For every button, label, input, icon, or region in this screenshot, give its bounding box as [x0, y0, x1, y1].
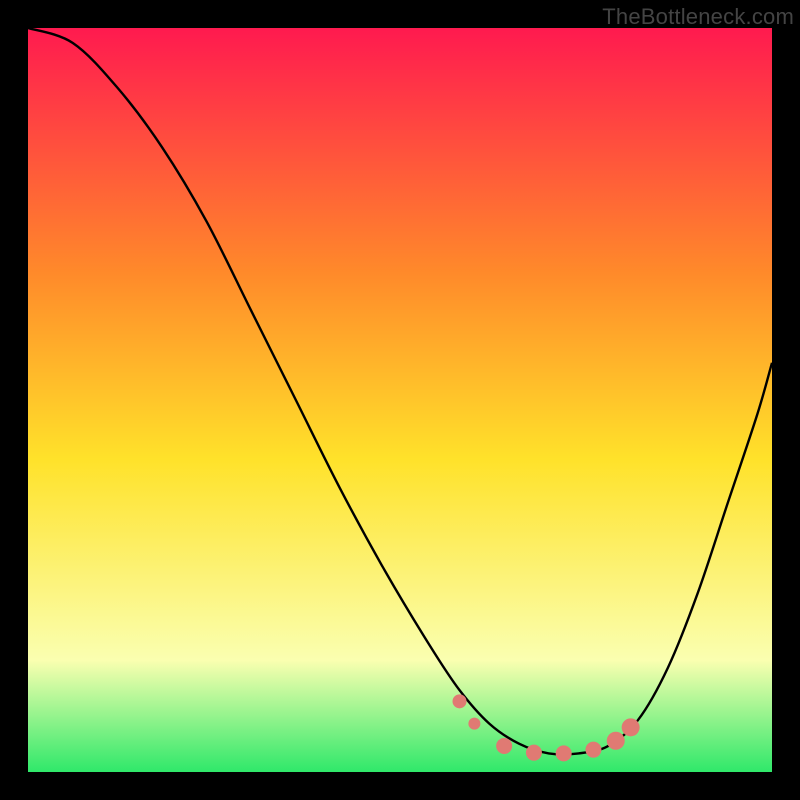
marker-dot: [526, 745, 542, 761]
marker-dot: [556, 745, 572, 761]
bottleneck-chart: [28, 28, 772, 772]
gradient-background: [28, 28, 772, 772]
marker-dot: [453, 694, 467, 708]
marker-dot: [607, 732, 625, 750]
watermark-text: TheBottleneck.com: [602, 4, 794, 30]
marker-dot: [585, 742, 601, 758]
chart-frame: [28, 28, 772, 772]
marker-dot: [468, 718, 480, 730]
marker-dot: [496, 738, 512, 754]
marker-dot: [622, 718, 640, 736]
